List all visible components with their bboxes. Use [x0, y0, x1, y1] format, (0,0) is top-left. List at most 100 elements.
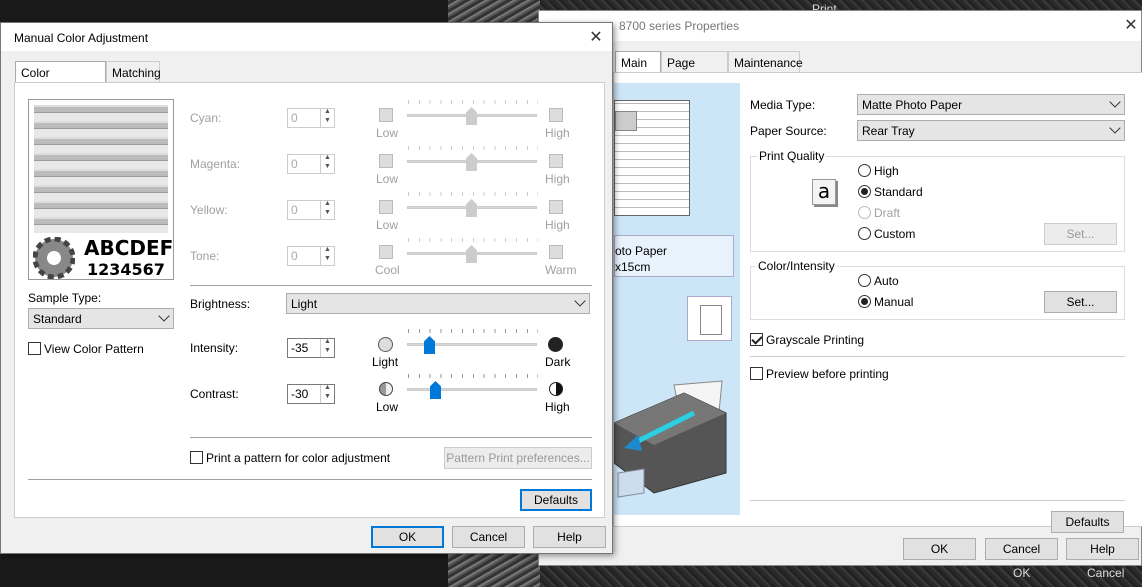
quality-high-label: High	[874, 164, 899, 178]
quality-draft-radio[interactable]	[858, 206, 871, 219]
contrast-low-label: Low	[376, 400, 399, 414]
mca-title: Manual Color Adjustment	[14, 31, 149, 45]
pencils-image	[34, 105, 168, 233]
chevron-down-icon	[1109, 122, 1121, 134]
media-type-select[interactable]: Matte Photo Paper	[857, 94, 1125, 115]
divider	[750, 500, 1125, 501]
divider	[28, 479, 592, 480]
chevron-down-icon	[1109, 96, 1121, 108]
slider-ticks	[408, 238, 538, 242]
props-defaults-button[interactable]: Defaults	[1051, 511, 1124, 533]
yellow-slider-thumb[interactable]	[466, 199, 477, 217]
preview-label: Preview before printing	[766, 367, 889, 381]
brightness-value: Light	[291, 297, 318, 311]
mca-help-button[interactable]: Help	[533, 526, 606, 548]
quality-custom-radio[interactable]	[858, 227, 871, 240]
print-preview-area: oto Paper x15cm	[614, 83, 740, 515]
magenta-slider-thumb[interactable]	[466, 153, 477, 171]
sample-image: ABCDEF 1234567	[28, 99, 174, 280]
paper-source-select[interactable]: Rear Tray	[857, 120, 1125, 141]
spinner-arrows-icon[interactable]	[320, 338, 334, 357]
contrast-slider-track[interactable]	[407, 388, 537, 391]
magenta-spinner[interactable]: 0	[287, 154, 335, 174]
media-type-label: Media Type:	[750, 98, 816, 112]
mca-defaults-button[interactable]: Defaults	[520, 489, 592, 511]
sample-type-select[interactable]: Standard	[28, 308, 174, 329]
preview-checkbox[interactable]	[750, 367, 763, 380]
sample-letters: ABCDEF	[84, 236, 174, 260]
light-circle-icon	[378, 337, 393, 352]
media-type-value: Matte Photo Paper	[862, 98, 963, 112]
color-auto-label: Auto	[874, 274, 899, 288]
low-contrast-icon	[379, 382, 393, 396]
orientation-box	[687, 296, 732, 341]
tone-spinner[interactable]: 0	[287, 246, 335, 266]
spinner-arrows-icon[interactable]	[320, 154, 334, 173]
slider-ticks	[408, 329, 538, 333]
manual-color-dialog: Manual Color Adjustment ✕ Color Adjustme…	[0, 22, 613, 554]
intensity-spinner[interactable]: -35	[287, 338, 335, 358]
mca-ok-button[interactable]: OK	[371, 526, 444, 548]
high-swatch	[549, 154, 563, 168]
print-quality-title: Print Quality	[757, 149, 827, 163]
quality-standard-radio[interactable]	[858, 185, 871, 198]
paper-source-label: Paper Source:	[750, 124, 827, 138]
quality-draft-label: Draft	[874, 206, 901, 220]
spinner-arrows-icon[interactable]	[320, 246, 334, 265]
chevron-down-icon	[574, 295, 586, 307]
cool-swatch	[379, 245, 393, 259]
printer-icon	[614, 380, 727, 498]
props-help-button[interactable]: Help	[1066, 538, 1139, 560]
color-wheel-icon	[33, 237, 75, 279]
tab-maintenance[interactable]: Maintenance	[728, 51, 803, 73]
properties-close-icon[interactable]: ✕	[1123, 15, 1139, 35]
cyan-slider-thumb[interactable]	[466, 107, 477, 125]
mca-cancel-button[interactable]: Cancel	[452, 526, 525, 548]
magenta-label: Magenta:	[190, 157, 241, 171]
brightness-select[interactable]: Light	[286, 293, 590, 314]
mca-close-icon[interactable]: ✕	[588, 27, 604, 47]
contrast-value: -30	[291, 387, 309, 401]
grayscale-checkbox[interactable]	[750, 333, 763, 346]
quality-high-radio[interactable]	[858, 164, 871, 177]
props-ok-button[interactable]: OK	[903, 538, 976, 560]
cyan-label: Cyan:	[190, 111, 222, 125]
view-pattern-checkbox[interactable]	[28, 342, 41, 355]
mca-titlebar: Manual Color Adjustment ✕	[1, 23, 612, 51]
print-pattern-label: Print a pattern for color adjustment	[206, 451, 391, 465]
spinner-arrows-icon[interactable]	[320, 108, 334, 127]
properties-dialog: 8700 series Properties ✕ Main Page Setup…	[538, 10, 1142, 566]
cyan-low-label: Low	[376, 126, 399, 140]
contrast-spinner[interactable]: -30	[287, 384, 335, 404]
tab-page-setup[interactable]: Page Setup	[661, 51, 728, 84]
high-swatch	[549, 200, 563, 214]
main-panel: oto Paper x15cm Media Type: Matte Photo …	[613, 72, 1142, 533]
print-pattern-checkbox[interactable]	[190, 451, 203, 464]
dark-circle-icon	[548, 337, 563, 352]
color-manual-radio[interactable]	[858, 295, 871, 308]
contrast-high-label: High	[545, 400, 570, 414]
yellow-spinner[interactable]: 0	[287, 200, 335, 220]
color-auto-radio[interactable]	[858, 274, 871, 287]
spinner-arrows-icon[interactable]	[320, 200, 334, 219]
quality-set-button[interactable]: Set...	[1044, 223, 1117, 245]
spinner-arrows-icon[interactable]	[320, 384, 334, 403]
tone-slider-thumb[interactable]	[466, 245, 477, 263]
intensity-slider-thumb[interactable]	[424, 336, 435, 354]
quality-standard-label: Standard	[874, 185, 923, 199]
contrast-slider-thumb[interactable]	[430, 381, 441, 399]
tab-matching[interactable]: Matching	[106, 61, 161, 83]
grayscale-label: Grayscale Printing	[766, 333, 865, 347]
color-set-button[interactable]: Set...	[1044, 291, 1117, 313]
slider-ticks	[408, 100, 538, 104]
print-cancel-button[interactable]: Cancel	[1087, 566, 1124, 580]
cyan-spinner[interactable]: 0	[287, 108, 335, 128]
yellow-high-label: High	[545, 218, 570, 232]
yellow-low-label: Low	[376, 218, 399, 232]
yellow-value: 0	[291, 203, 298, 217]
sample-type-value: Standard	[33, 312, 82, 326]
print-ok-button[interactable]: OK	[1013, 566, 1030, 580]
divider	[190, 437, 592, 438]
props-cancel-button[interactable]: Cancel	[985, 538, 1058, 560]
pattern-prefs-button[interactable]: Pattern Print preferences...	[444, 447, 592, 469]
